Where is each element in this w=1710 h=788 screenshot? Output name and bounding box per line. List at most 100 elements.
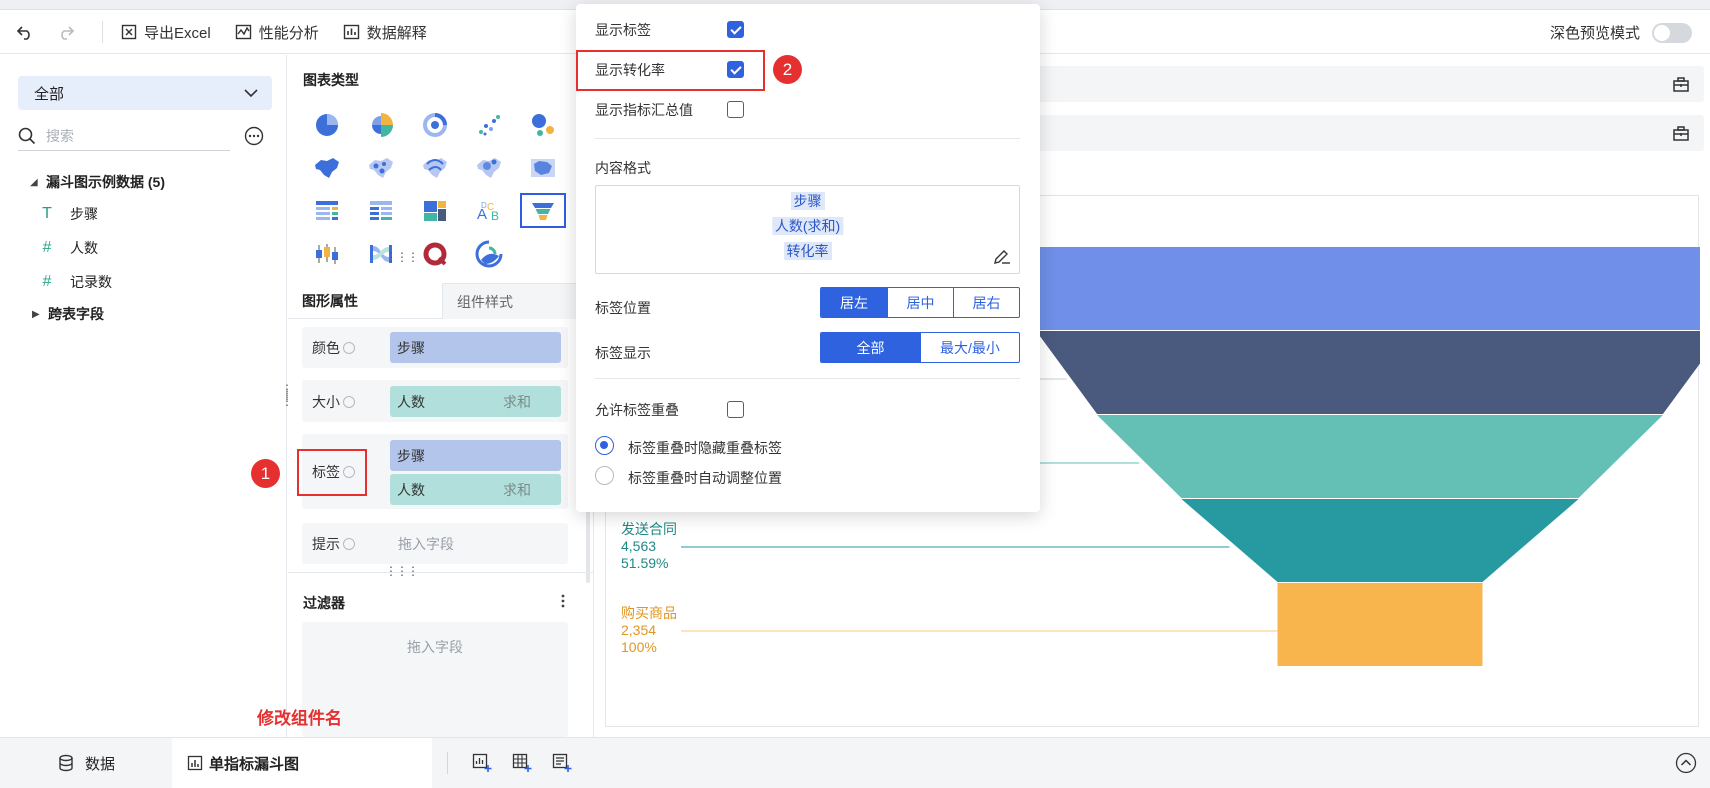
resize-handle-icon[interactable]: ⋮⋮⋮ — [385, 251, 419, 263]
filter-more-icon[interactable] — [560, 593, 566, 609]
annotation-rename-hint: 修改组件名 — [257, 709, 342, 728]
chart-component-tab[interactable]: 单指标漏斗图 — [172, 738, 432, 788]
export-excel-label: 导出Excel — [144, 24, 211, 42]
liquid-gauge-icon — [475, 240, 503, 267]
overlap-hide-text: 标签重叠时隐藏重叠标签 — [628, 440, 782, 456]
display-maxmin-option[interactable]: 最大/最小 — [920, 333, 1019, 362]
funnel-chart-type[interactable] — [516, 189, 570, 232]
chart-tab-label: 单指标漏斗图 — [209, 755, 300, 773]
funnel-label-value: 2,354 — [621, 622, 657, 638]
tooltip-drop-zone[interactable]: 拖入字段 — [398, 534, 454, 554]
scatter-chart-type[interactable] — [462, 103, 516, 146]
size-property: 大小 人数 求和 — [302, 380, 568, 422]
more-options-icon[interactable] — [244, 126, 264, 146]
tooltip-label-text: 提示 — [312, 536, 340, 552]
bubble-chart-type[interactable] — [516, 103, 570, 146]
annotation-badge-1: 1 — [251, 459, 280, 488]
funnel-stage[interactable] — [1097, 415, 1663, 498]
pie-chart-type[interactable] — [300, 103, 354, 146]
data-tab[interactable]: 数据 — [57, 738, 115, 788]
add-chart-icon[interactable] — [472, 753, 492, 773]
region-map-type[interactable] — [300, 146, 354, 189]
label-field-name: 步骤 — [397, 447, 425, 464]
allow-overlap-checkbox[interactable] — [727, 401, 744, 418]
color-property: 颜色 步骤 — [302, 327, 568, 368]
format-tag-rate: 转化率 — [783, 242, 832, 260]
word-cloud-type[interactable]: ACBD — [462, 189, 516, 232]
liquid-gauge-type[interactable] — [462, 232, 516, 275]
treemap-type[interactable] — [408, 189, 462, 232]
detail-table-type[interactable] — [300, 189, 354, 232]
toolbox-icon[interactable] — [1672, 124, 1690, 142]
tab-shape-properties[interactable]: 图形属性 — [288, 283, 442, 319]
rose-chart-type[interactable] — [354, 103, 408, 146]
candlestick-type[interactable] — [300, 232, 354, 275]
show-total-checkbox[interactable] — [727, 101, 744, 118]
export-excel-button[interactable]: 导出Excel — [109, 11, 223, 54]
word-cloud-icon: A CBD — [477, 201, 499, 223]
filter-title: 过滤器 — [303, 595, 345, 611]
overlap-hide-radio[interactable] — [595, 436, 614, 455]
toolbox-icon[interactable] — [1672, 75, 1690, 93]
donut-chart-type[interactable] — [408, 103, 462, 146]
collapse-up-icon[interactable] — [1675, 752, 1697, 774]
resize-handle-icon[interactable]: ⋮⋮⋮ — [385, 565, 419, 577]
undo-button[interactable] — [0, 11, 51, 54]
position-center-option[interactable]: 居中 — [887, 288, 953, 317]
content-format-editor[interactable]: 步骤 人数(求和) 转化率 — [595, 185, 1020, 274]
bottom-bar: 数据 单指标漏斗图 — [0, 737, 1710, 788]
funnel-stage[interactable] — [1277, 583, 1483, 666]
add-table-icon[interactable] — [512, 753, 532, 773]
area-map-icon — [531, 158, 555, 177]
data-explain-button[interactable]: 数据解释 — [331, 11, 439, 54]
performance-analysis-button[interactable]: 性能分析 — [223, 11, 331, 54]
size-property-label[interactable]: 大小 — [312, 392, 355, 412]
chart-config-panel: 图表类型 ACBD ⋮⋮⋮ 图形属性 组件样式 颜色 步骤 大小 人数 求和 标… — [288, 55, 594, 737]
position-right-option[interactable]: 居右 — [953, 288, 1019, 317]
area-map-type[interactable] — [516, 146, 570, 189]
dark-mode-toggle[interactable] — [1652, 22, 1692, 43]
flow-map-type[interactable] — [408, 146, 462, 189]
color-field-pill[interactable]: 步骤 — [390, 332, 561, 363]
funnel-stage[interactable] — [1036, 331, 1700, 414]
funnel-stage[interactable] — [1181, 499, 1579, 582]
add-text-icon[interactable] — [552, 753, 572, 773]
heat-map-type[interactable] — [462, 146, 516, 189]
dataset-group[interactable]: ◢ 漏斗图示例数据 (5) — [30, 167, 280, 197]
field-item[interactable]: T 步骤 — [28, 197, 280, 231]
edit-icon[interactable] — [993, 249, 1011, 265]
label-display-segmented: 全部 最大/最小 — [820, 332, 1020, 363]
bottom-separator — [447, 752, 448, 774]
point-map-icon — [369, 157, 393, 178]
tooltip-property-label[interactable]: 提示 — [312, 534, 355, 554]
funnel-icon — [532, 202, 554, 220]
show-label-checkbox[interactable] — [727, 21, 744, 38]
dataset-select[interactable]: 全部 — [18, 76, 272, 110]
flow-map-icon — [423, 157, 447, 178]
cross-table-group[interactable]: ▶ 跨表字段 — [32, 299, 280, 329]
funnel-stage-label: 发送合同 4,563 51.59% — [621, 521, 677, 572]
excel-icon — [121, 24, 137, 40]
group-table-type[interactable] — [354, 189, 408, 232]
funnel-stage[interactable] — [995, 247, 1700, 330]
database-icon — [59, 754, 73, 772]
collapsed-triangle-icon: ▶ — [32, 308, 40, 320]
field-item[interactable]: # 记录数 — [28, 265, 280, 299]
tab-component-style[interactable]: 组件样式 — [442, 283, 582, 319]
field-search-input[interactable]: 搜索 — [18, 121, 230, 151]
position-left-option[interactable]: 居左 — [821, 288, 887, 317]
search-icon — [18, 127, 36, 144]
overlap-adjust-radio[interactable] — [595, 466, 614, 485]
size-field-pill[interactable]: 人数 求和 — [390, 386, 561, 417]
redo-button[interactable] — [51, 11, 96, 54]
show-label-text: 显示标签 — [595, 22, 651, 38]
color-property-label[interactable]: 颜色 — [312, 338, 355, 358]
label-measure-pill[interactable]: 人数 求和 — [390, 474, 561, 505]
point-map-type[interactable] — [354, 146, 408, 189]
panel-resize-handle-icon[interactable]: ⋮ ⋮ ⋮ — [281, 383, 293, 407]
gear-icon — [343, 342, 355, 354]
label-field-pill[interactable]: 步骤 — [390, 440, 561, 471]
field-item[interactable]: # 人数 — [28, 231, 280, 265]
display-all-option[interactable]: 全部 — [821, 333, 920, 362]
label-measure-name: 人数 — [397, 481, 425, 498]
